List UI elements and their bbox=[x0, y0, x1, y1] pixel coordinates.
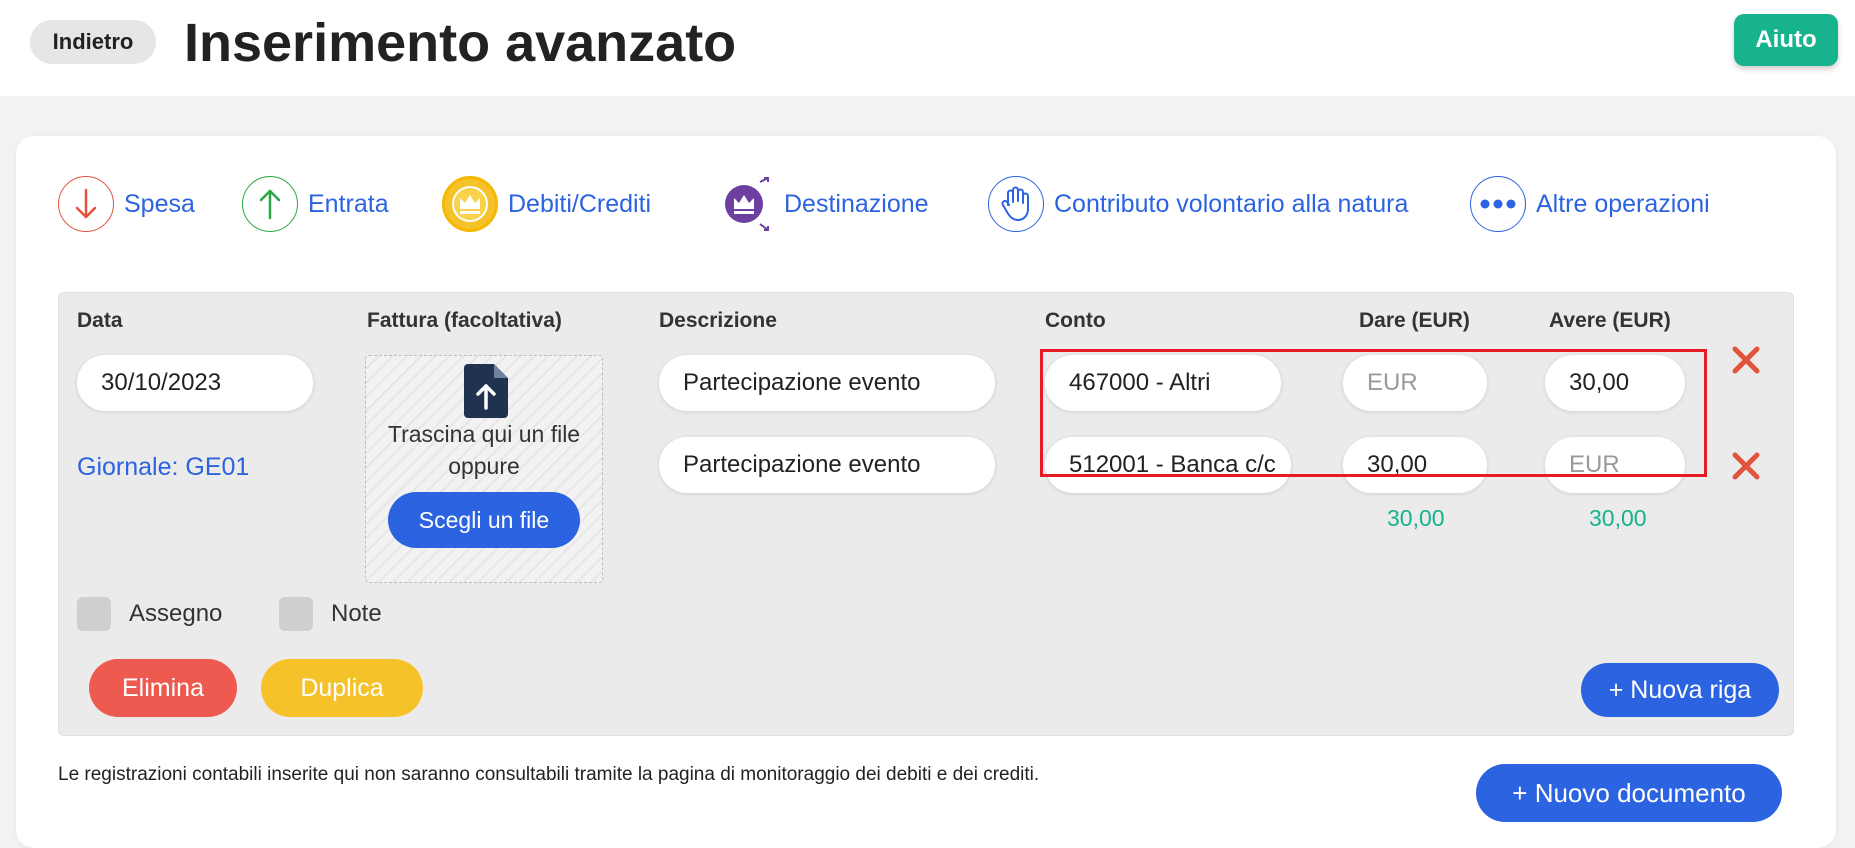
crown-icon bbox=[442, 176, 498, 232]
new-row-button[interactable]: + Nuova riga bbox=[1581, 663, 1779, 717]
checkbox-box[interactable] bbox=[279, 597, 313, 631]
row1-delete-icon[interactable] bbox=[1729, 343, 1763, 377]
op-label: Entrata bbox=[308, 189, 389, 218]
help-button[interactable]: Aiuto bbox=[1734, 14, 1838, 66]
op-destination[interactable]: Destinazione bbox=[718, 174, 929, 234]
checkbox-label: Note bbox=[331, 600, 382, 627]
row1-account-field[interactable]: 467000 - Altri bbox=[1045, 355, 1281, 411]
debit-total: 30,00 bbox=[1387, 505, 1445, 531]
more-icon bbox=[1470, 176, 1526, 232]
entry-panel: Data Fattura (facoltativa) Descrizione C… bbox=[58, 292, 1794, 736]
op-income[interactable]: Entrata bbox=[242, 174, 389, 234]
date-field[interactable]: 30/10/2023 bbox=[77, 355, 313, 411]
row2-delete-icon[interactable] bbox=[1729, 449, 1763, 483]
delete-button[interactable]: Elimina bbox=[89, 659, 237, 717]
notes-checkbox[interactable]: Note bbox=[279, 597, 382, 631]
row2-description-field[interactable]: Partecipazione evento bbox=[659, 437, 995, 493]
main-card: Spesa Entrata Debiti/Crediti Destinazion… bbox=[16, 136, 1836, 848]
op-debts-credits[interactable]: Debiti/Crediti bbox=[442, 174, 651, 234]
file-dropzone[interactable]: Trascina qui un file oppure Scegli un fi… bbox=[365, 355, 603, 583]
op-label: Destinazione bbox=[784, 189, 929, 218]
back-button[interactable]: Indietro bbox=[30, 20, 156, 64]
checkbox-label: Assegno bbox=[129, 600, 223, 627]
op-nature-contribution[interactable]: Contributo volontario alla natura bbox=[988, 174, 1408, 234]
duplicate-button[interactable]: Duplica bbox=[261, 659, 423, 717]
credit-total: 30,00 bbox=[1589, 505, 1647, 531]
col-date-label: Data bbox=[77, 309, 123, 332]
hand-icon bbox=[988, 176, 1044, 232]
op-other[interactable]: Altre operazioni bbox=[1470, 174, 1710, 234]
dropzone-text: Trascina qui un file oppure bbox=[387, 421, 581, 479]
cheque-checkbox[interactable]: Assegno bbox=[77, 597, 222, 631]
arrow-up-icon bbox=[242, 176, 298, 232]
op-expense[interactable]: Spesa bbox=[58, 174, 195, 234]
choose-file-button[interactable]: Scegli un file bbox=[388, 492, 580, 548]
row1-credit-field[interactable]: 30,00 bbox=[1545, 355, 1685, 411]
col-description-label: Descrizione bbox=[659, 309, 777, 332]
row2-debit-field[interactable]: 30,00 bbox=[1343, 437, 1487, 493]
col-debit-label: Dare (EUR) bbox=[1359, 309, 1470, 332]
op-label: Debiti/Crediti bbox=[508, 189, 652, 218]
footnote: Le registrazioni contabili inserite qui … bbox=[58, 764, 1040, 785]
crown-transfer-icon bbox=[718, 176, 774, 232]
file-upload-icon bbox=[464, 364, 508, 418]
col-invoice-label: Fattura (facoltativa) bbox=[367, 309, 562, 332]
page-header: Indietro Inserimento avanzato Aiuto bbox=[0, 0, 1855, 96]
op-label: Spesa bbox=[124, 189, 195, 218]
op-label: Contributo volontario alla natura bbox=[1054, 189, 1409, 218]
page-title: Inserimento avanzato bbox=[184, 13, 737, 73]
row1-description-field[interactable]: Partecipazione evento bbox=[659, 355, 995, 411]
journal-link[interactable]: Giornale: GE01 bbox=[77, 453, 249, 482]
row1-debit-field[interactable]: EUR bbox=[1343, 355, 1487, 411]
arrow-down-icon bbox=[58, 176, 114, 232]
col-credit-label: Avere (EUR) bbox=[1549, 309, 1671, 332]
row2-credit-field[interactable]: EUR bbox=[1545, 437, 1685, 493]
col-account-label: Conto bbox=[1045, 309, 1106, 332]
row2-account-field[interactable]: 512001 - Banca c/c bbox=[1045, 437, 1291, 493]
op-label: Altre operazioni bbox=[1536, 189, 1710, 218]
checkbox-box[interactable] bbox=[77, 597, 111, 631]
new-document-button[interactable]: + Nuovo documento bbox=[1476, 764, 1782, 822]
